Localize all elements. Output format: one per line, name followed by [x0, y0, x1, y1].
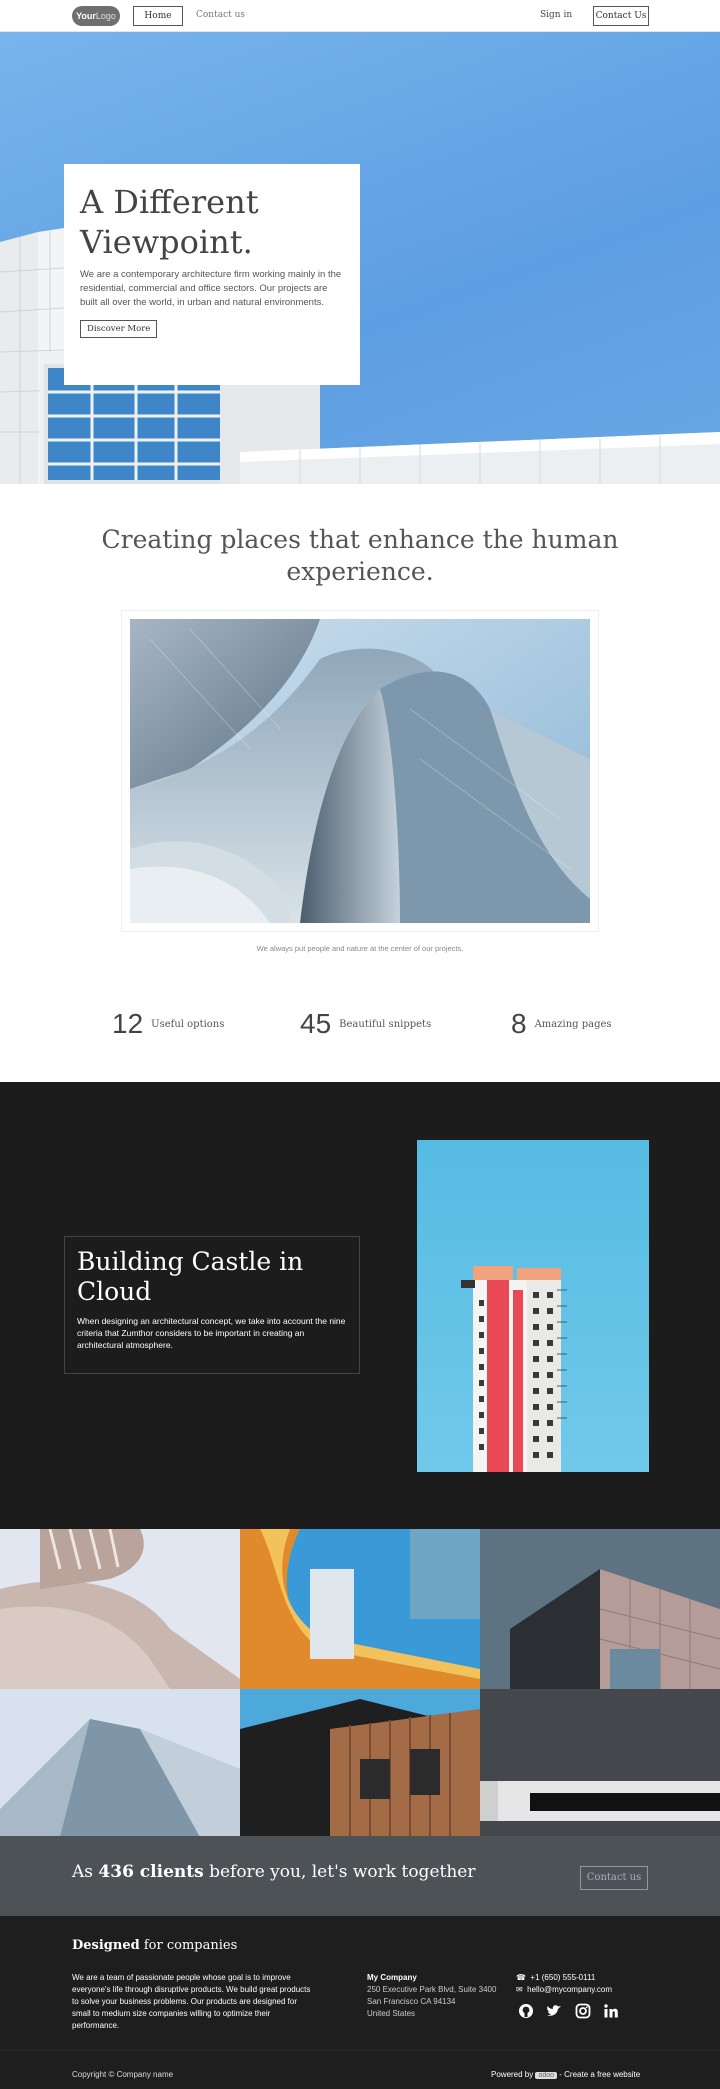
cta-suffix: before you, let's work together	[203, 1862, 476, 1882]
stat-number: 8	[511, 1008, 527, 1039]
cta-text: As 436 clients before you, let's work to…	[72, 1862, 475, 1882]
address-line: San Francisco CA 94134	[367, 1997, 456, 2006]
footer-divider	[0, 2050, 720, 2051]
gallery-image[interactable]	[240, 1689, 480, 1837]
logo-text-light: Logo	[95, 11, 116, 21]
cta-banner: As 436 clients before you, let's work to…	[0, 1836, 720, 1916]
image-gallery	[0, 1529, 720, 1837]
company-name: My Company	[367, 1973, 417, 1982]
email-row[interactable]: ✉ hello@mycompany.com	[516, 1984, 612, 1996]
logo-text-bold: Your	[76, 11, 96, 21]
stat-item: 45 Beautiful snippets	[300, 1008, 431, 1048]
footer-description: We are a team of passionate people whose…	[72, 1973, 311, 2030]
architecture-photo-frame	[121, 610, 599, 932]
architecture-photo	[130, 619, 590, 923]
powered-prefix: Powered by	[491, 2070, 536, 2079]
linkedin-icon[interactable]	[603, 2003, 619, 2019]
gallery-image[interactable]	[0, 1529, 240, 1689]
hero-title: A Different Viewpoint.	[80, 182, 344, 262]
nav-contact-link[interactable]: Contact us	[196, 10, 245, 20]
phone-row[interactable]: ☎ +1 (650) 555-0111	[516, 1972, 612, 1984]
hero-title-line-2: Viewpoint.	[80, 223, 253, 261]
hero-description: We are a contemporary architecture firm …	[80, 269, 342, 308]
feature-title: Building Castle in Cloud	[77, 1247, 304, 1306]
hero-title-line-1: A Different	[80, 183, 259, 221]
hero-section: A Different Viewpoint. We are a contempo…	[0, 32, 720, 484]
stat-item: 12 Useful options	[112, 1008, 224, 1048]
nav-home-link[interactable]: Home	[133, 6, 183, 26]
twitter-icon[interactable]	[546, 2003, 562, 2019]
cta-prefix: As	[72, 1862, 99, 1882]
footer-title-rest: for companies	[139, 1938, 238, 1953]
cta-contact-button[interactable]: Contact us	[580, 1866, 648, 1890]
email-address: hello@mycompany.com	[527, 1985, 613, 1994]
cta-client-count: 436 clients	[98, 1862, 204, 1882]
gallery-image[interactable]	[480, 1529, 720, 1689]
odoo-badge[interactable]: odoo	[535, 2072, 558, 2079]
site-logo[interactable]: YourLogo	[72, 6, 120, 26]
envelope-icon: ✉	[516, 1985, 523, 1994]
tower-photo	[417, 1140, 649, 1472]
stat-number: 45	[300, 1008, 332, 1039]
instagram-icon[interactable]	[575, 2003, 591, 2019]
stat-label: Useful options	[151, 1018, 225, 1030]
discover-more-button[interactable]: Discover More	[80, 320, 158, 338]
stats-row: 12 Useful options 45 Beautiful snippets 8A…	[0, 1008, 720, 1048]
top-navbar: YourLogo Home Contact us Sign in Contact…	[0, 0, 720, 32]
contact-us-button[interactable]: Contact Us	[593, 6, 649, 26]
powered-suffix[interactable]: - Create a free website	[557, 2070, 640, 2079]
section-headline: Creating places that enhance the human e…	[101, 525, 619, 586]
powered-by: Powered by odoo - Create a free website	[491, 2070, 640, 2079]
footer-title-bold: Designed	[72, 1938, 140, 1953]
github-icon[interactable]	[518, 2003, 534, 2019]
hero-card: A Different Viewpoint. We are a contempo…	[64, 164, 360, 385]
feature-description: When designing an architectural concept,…	[77, 1316, 346, 1350]
footer-address: My Company 250 Executive Park Blvd, Suit…	[367, 1972, 497, 2020]
gallery-image[interactable]	[240, 1529, 480, 1689]
feature-card: Building Castle in Cloud When designing …	[64, 1236, 360, 1374]
gallery-image[interactable]	[480, 1689, 720, 1837]
sign-in-link[interactable]: Sign in	[540, 10, 572, 20]
stat-item: 8 Amazing pages	[511, 1008, 612, 1048]
copyright-text: Copyright © Company name	[72, 2070, 174, 2079]
footer: Designed for companies We are a team of …	[0, 1916, 720, 2089]
address-line: United States	[367, 2009, 416, 2018]
dark-feature-section: Building Castle in Cloud When designing …	[0, 1082, 720, 1530]
phone-number: +1 (650) 555-0111	[530, 1973, 596, 1982]
footer-contact: ☎ +1 (650) 555-0111 ✉ hello@mycompany.co…	[516, 1972, 612, 1996]
gallery-image[interactable]	[0, 1689, 240, 1837]
stat-number: 12	[112, 1008, 144, 1039]
footer-title: Designed for companies	[72, 1938, 237, 1953]
stat-label: Beautiful snippets	[339, 1018, 432, 1030]
photo-caption: We always put people and nature at the c…	[256, 944, 464, 953]
address-line: 250 Executive Park Blvd, Suite 3400	[367, 1985, 497, 1994]
stat-label: Amazing pages	[534, 1018, 612, 1030]
social-icons	[518, 2002, 627, 2020]
phone-icon: ☎	[516, 1973, 526, 1982]
